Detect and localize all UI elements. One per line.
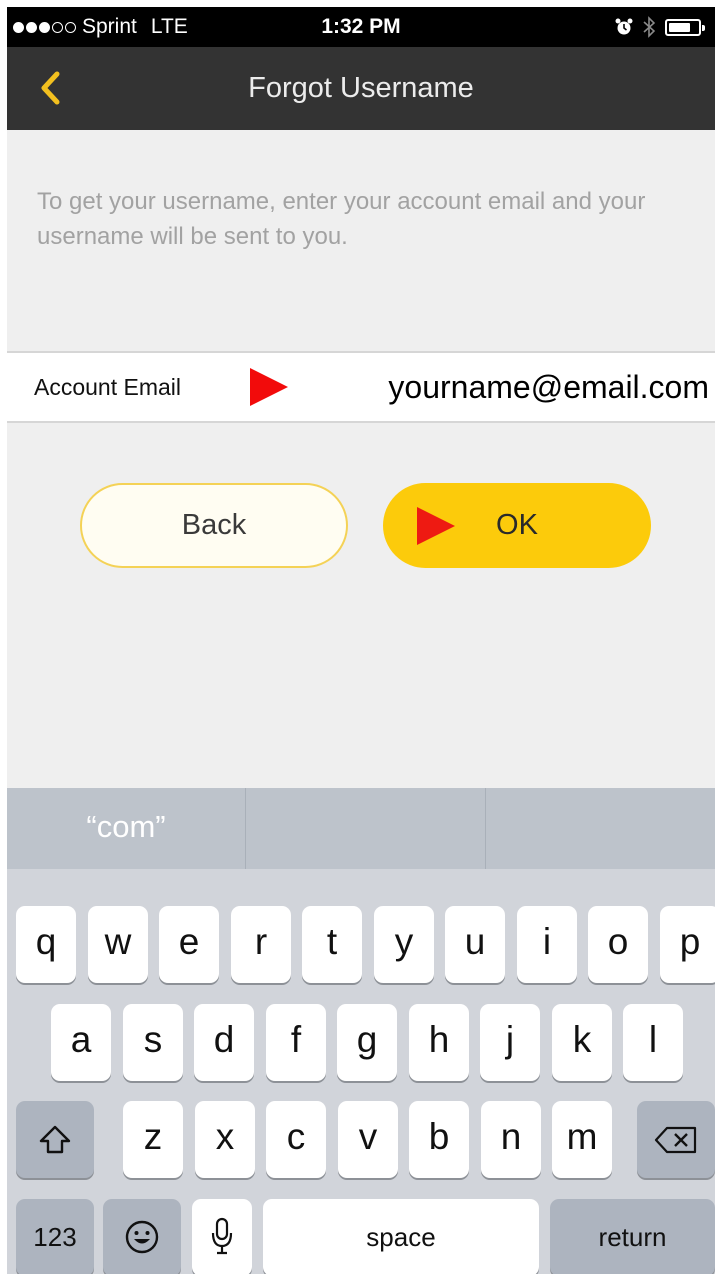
delete-icon xyxy=(654,1126,697,1154)
page-title: Forgot Username xyxy=(248,72,474,104)
back-button[interactable]: Back xyxy=(80,483,348,568)
battery-icon xyxy=(665,18,705,36)
pointer-arrow-icon xyxy=(250,368,288,406)
navigation-bar: Forgot Username xyxy=(7,47,715,130)
key-i[interactable]: i xyxy=(517,906,577,983)
screen: Sprint LTE 1:32 PM Forgot Username To ge… xyxy=(7,7,715,1274)
key-h[interactable]: h xyxy=(409,1004,469,1081)
account-email-label: Account Email xyxy=(34,374,182,400)
account-email-input[interactable] xyxy=(329,353,709,421)
pointer-arrow-icon xyxy=(417,507,455,545)
key-b[interactable]: b xyxy=(409,1101,469,1178)
status-time: 1:32 PM xyxy=(321,15,401,38)
key-f[interactable]: f xyxy=(266,1004,326,1081)
ok-button[interactable]: OK xyxy=(383,483,651,568)
status-right xyxy=(615,16,705,38)
emoji-icon xyxy=(125,1220,159,1254)
return-key[interactable]: return xyxy=(550,1199,715,1274)
back-button-label: Back xyxy=(181,509,247,541)
key-t[interactable]: t xyxy=(302,906,362,983)
suggestion-com[interactable]: “com” xyxy=(7,788,245,869)
keyboard: “com” qwertyuiop asdfghjkl zxcvbnm 123 spa… xyxy=(7,788,715,1274)
key-u[interactable]: u xyxy=(445,906,505,983)
key-k[interactable]: k xyxy=(552,1004,612,1081)
key-a[interactable]: a xyxy=(51,1004,111,1081)
email-row: Account Email xyxy=(7,351,715,423)
chevron-left-icon xyxy=(41,71,60,105)
key-s[interactable]: s xyxy=(123,1004,183,1081)
key-e[interactable]: e xyxy=(159,906,219,983)
key-q[interactable]: q xyxy=(16,906,76,983)
key-r[interactable]: r xyxy=(231,906,291,983)
suggestion-bar: “com” xyxy=(7,788,715,869)
instructions-text: To get your username, enter your account… xyxy=(37,188,646,250)
key-w[interactable]: w xyxy=(88,906,148,983)
alarm-icon xyxy=(615,18,633,35)
numbers-key[interactable]: 123 xyxy=(16,1199,94,1274)
bluetooth-icon xyxy=(643,16,655,38)
key-j[interactable]: j xyxy=(480,1004,540,1081)
shift-icon xyxy=(39,1125,71,1154)
key-g[interactable]: g xyxy=(337,1004,397,1081)
key-c[interactable]: c xyxy=(266,1101,326,1178)
suggestion-empty[interactable] xyxy=(246,788,485,869)
back-navigation-button[interactable] xyxy=(35,69,69,109)
key-d[interactable]: d xyxy=(194,1004,254,1081)
key-n[interactable]: n xyxy=(481,1101,541,1178)
dictation-key[interactable] xyxy=(192,1199,252,1274)
shift-key[interactable] xyxy=(16,1101,94,1178)
key-o[interactable]: o xyxy=(588,906,648,983)
delete-key[interactable] xyxy=(637,1101,715,1178)
suggestion-empty[interactable] xyxy=(486,788,715,869)
key-v[interactable]: v xyxy=(338,1101,398,1178)
ok-button-label: OK xyxy=(496,509,538,541)
emoji-key[interactable] xyxy=(103,1199,181,1274)
key-y[interactable]: y xyxy=(374,906,434,983)
microphone-icon xyxy=(211,1217,233,1255)
status-bar: Sprint LTE 1:32 PM xyxy=(7,7,715,47)
space-key[interactable]: space xyxy=(263,1199,539,1274)
key-x[interactable]: x xyxy=(195,1101,255,1178)
key-p[interactable]: p xyxy=(660,906,715,983)
key-z[interactable]: z xyxy=(123,1101,183,1178)
battery-level xyxy=(669,22,690,32)
key-m[interactable]: m xyxy=(552,1101,612,1178)
key-l[interactable]: l xyxy=(623,1004,683,1081)
